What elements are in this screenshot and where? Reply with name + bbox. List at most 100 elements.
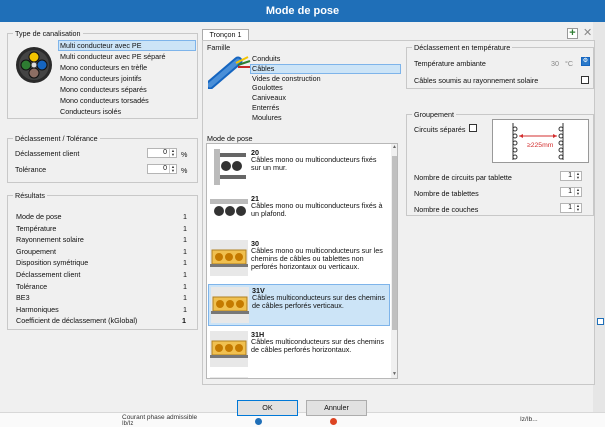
canalisation-item[interactable]: Mono conducteurs jointifs <box>58 73 196 84</box>
button-label: Annuler <box>324 403 349 412</box>
famille-item[interactable]: Moulures <box>250 113 401 123</box>
mode-pose-item[interactable]: 30 Câbles mono ou multiconducteurs sur le… <box>208 238 390 281</box>
background-text-2: Ib/Iz <box>122 421 134 427</box>
scroll-down-icon[interactable]: ▼ <box>392 371 397 377</box>
mode-de-pose-title: Mode de pose <box>207 134 253 143</box>
spinner-icon[interactable]: ▲ ▼ <box>169 165 176 173</box>
add-icon[interactable]: + <box>567 28 578 39</box>
ambient-value: 30 <box>551 59 559 68</box>
scroll-up-icon[interactable]: ▲ <box>392 144 397 150</box>
mode-pose-item[interactable]: 31V Câbles multiconducteurs sur des chemi… <box>208 283 390 326</box>
circuits-par-tablette-input[interactable]: 1 ▲ ▼ <box>560 171 582 181</box>
nombre-couches-label: Nombre de couches <box>414 205 479 214</box>
scrollbar[interactable]: ▲ ▼ <box>391 144 397 378</box>
famille-item[interactable]: Goulottes <box>250 83 401 93</box>
group-title: Type de canalisation <box>13 29 83 38</box>
canalisation-item[interactable]: Multi conducteur avec PE séparé <box>58 51 196 62</box>
cable-family-icon <box>208 56 251 89</box>
ambient-unit: °C <box>565 59 574 68</box>
result-value: 1 <box>183 293 187 303</box>
result-label: Mode de pose <box>16 212 62 221</box>
spinner-icon[interactable]: ▲ ▼ <box>574 188 581 196</box>
groupement-group: Groupement Circuits séparés ≥225mm Nombr… <box>406 110 594 216</box>
spacing-diagram-icon <box>512 123 564 160</box>
famille-item[interactable]: Caniveaux <box>250 93 401 103</box>
mode-pose-description: Câbles multiconducteurs sur des chemins … <box>252 292 386 310</box>
resultats-list: Mode de pose 1 Température 1 Rayonnement sol… <box>8 212 197 317</box>
scrollbar-thumb[interactable] <box>392 156 397 330</box>
result-value: 1 <box>183 304 187 314</box>
wall-mounting-icon <box>214 149 246 185</box>
result-label: Disposition symétrique <box>16 258 89 268</box>
resultats-group: Résultats Mode de pose 1 Température 1 Rayon… <box>7 191 198 330</box>
mode-pose-item[interactable]: 20 Câbles mono ou multiconducteurs fixés … <box>208 147 390 190</box>
result-label: Température <box>16 223 57 233</box>
nombre-tablettes-label: Nombre de tablettes <box>414 189 479 198</box>
input-value: 1 <box>568 188 572 195</box>
background-checkbox <box>597 318 604 325</box>
nombre-tablettes-input[interactable]: 1 ▲ ▼ <box>560 187 582 197</box>
canalisation-item[interactable]: Multi conducteur avec PE <box>58 40 196 51</box>
solar-checkbox[interactable] <box>581 76 589 84</box>
result-label: Tolérance <box>16 281 48 291</box>
famille-item[interactable]: Conduits <box>250 54 401 64</box>
ok-button[interactable]: OK <box>237 400 298 416</box>
tab-label: Tronçon 1 <box>209 30 242 39</box>
mode-de-pose-items: 20 Câbles mono ou multiconducteurs fixés … <box>207 144 391 379</box>
mode-pose-item[interactable]: 21 Câbles mono ou multiconducteurs fixés … <box>208 193 390 236</box>
famille-item[interactable]: Enterrés <box>250 103 401 113</box>
canalisation-item[interactable]: Mono conducteurs en trèfle <box>58 62 196 73</box>
type-canalisation-group: Type de canalisation Multi conducteur av… <box>7 29 198 119</box>
circuits-separes-label: Circuits séparés <box>414 125 466 134</box>
settings-icon[interactable]: ⚙ <box>581 57 590 66</box>
mode-pose-item[interactable]: 31H Câbles multiconducteurs sur des chemi… <box>208 329 390 372</box>
nombre-couches-input[interactable]: 1 ▲ ▼ <box>560 203 582 213</box>
mode-pose-description: Câbles multiconducteurs sur des chemins … <box>251 337 385 354</box>
result-value: 1 <box>183 258 187 268</box>
group-title: Résultats <box>13 191 47 200</box>
ambient-label: Température ambiante <box>414 59 486 68</box>
group-title: Groupement <box>412 110 456 119</box>
famille-item[interactable]: Vides de construction <box>250 74 401 84</box>
close-icon[interactable]: ✕ <box>583 27 592 39</box>
mode-pose-description: Câbles mono ou multiconducteurs fixés su… <box>251 155 377 172</box>
tolerance-label: Tolérance <box>15 165 47 174</box>
famille-list[interactable]: Conduits Câbles Vides de construction Goulo… <box>250 54 401 124</box>
background-window-bottom: Courant phase admissible Ib/Iz Iz/Ib... <box>0 412 605 427</box>
tab-troncon-1[interactable]: Tronçon 1 <box>202 29 249 40</box>
temperature-group: Déclassement en température Température … <box>406 43 594 89</box>
button-label: OK <box>262 403 273 412</box>
declassement-tolerance-group: Déclassement / Tolérance Déclassement cl… <box>7 134 198 183</box>
type-canalisation-list[interactable]: Multi conducteur avec PE Multi conducteur… <box>58 40 196 117</box>
canalisation-item[interactable]: Conducteurs isolés <box>58 106 196 117</box>
canalisation-item[interactable]: Mono conducteurs séparés <box>58 84 196 95</box>
tray-mounting-icon <box>210 240 248 276</box>
mode-pose-item[interactable]: 32Câbles mono ou multiconducteurs sur de… <box>208 375 390 379</box>
tray-mounting-icon <box>210 376 248 378</box>
background-text-3: Iz/Ib... <box>520 416 538 423</box>
spinner-icon[interactable]: ▲ ▼ <box>574 172 581 180</box>
cancel-button[interactable]: Annuler <box>306 400 367 416</box>
cable-section-icon <box>16 47 52 83</box>
declassement-client-input[interactable]: 0 ▲ ▼ <box>147 148 177 158</box>
circuits-separes-checkbox[interactable] <box>469 124 477 132</box>
tolerance-input[interactable]: 0 ▲ ▼ <box>147 164 177 174</box>
mode-pose-description: Câbles mono ou multiconducteurs fixés à … <box>251 200 383 218</box>
background-text: Courant phase admissible <box>122 414 198 421</box>
trayh-mounting-icon <box>210 331 248 367</box>
percent-unit: % <box>181 150 188 159</box>
window-title: Mode de pose <box>265 5 340 17</box>
famille-item[interactable]: Câbles <box>250 63 401 74</box>
input-value: 0 <box>163 165 167 172</box>
spinner-icon[interactable]: ▲ ▼ <box>169 149 176 157</box>
background-icon-2 <box>330 418 337 425</box>
spinner-icon[interactable]: ▲ ▼ <box>574 204 581 212</box>
canalisation-item[interactable]: Mono conducteurs torsadés <box>58 95 196 106</box>
background-icon <box>255 418 262 425</box>
group-title: Déclassement en température <box>412 43 513 52</box>
input-value: 0 <box>163 149 167 156</box>
input-value: 1 <box>568 204 572 211</box>
mode-de-pose-list[interactable]: 20 Câbles mono ou multiconducteurs fixés … <box>206 143 398 379</box>
mode-pose-code: 32 <box>251 376 259 379</box>
trayv-mounting-icon <box>211 286 249 323</box>
